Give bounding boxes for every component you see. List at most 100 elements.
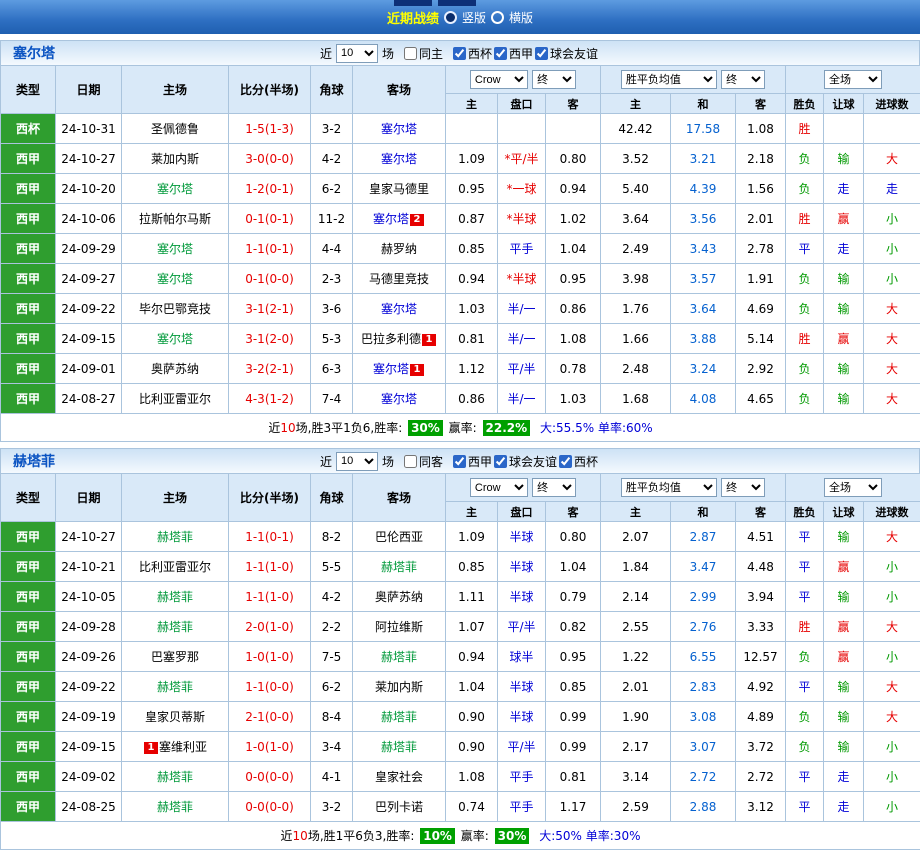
profit-rate-label: 赢率:	[449, 421, 477, 435]
league-type: 西甲	[1, 642, 56, 672]
away-team[interactable]: 赫塔菲	[381, 560, 417, 574]
match-date: 24-09-01	[56, 354, 122, 384]
away-team[interactable]: 塞尔塔	[373, 362, 409, 376]
away-team[interactable]: 塞尔塔	[381, 302, 417, 316]
checkbox-input[interactable]	[535, 47, 548, 60]
away-team[interactable]: 皇家马德里	[369, 182, 429, 196]
odds-source-select[interactable]: Crow	[470, 478, 528, 497]
away-team[interactable]: 赫塔菲	[381, 650, 417, 664]
odds-source-select[interactable]: Crow	[470, 70, 528, 89]
vertical-layout-radio[interactable]	[444, 11, 457, 24]
away-team[interactable]: 塞尔塔	[381, 122, 417, 136]
avg-draw: 17.58	[671, 114, 736, 144]
fulltime-select[interactable]: 全场	[824, 70, 882, 89]
match-row: 西甲24-10-27莱加内斯3-0(0-0)4-2塞尔塔1.09*平/半0.80…	[1, 144, 920, 174]
filter-check-西甲[interactable]: 西甲	[453, 453, 492, 470]
avg-source-select[interactable]: 胜平负均值	[621, 70, 717, 89]
goals-outcome: 走	[864, 174, 920, 204]
avg-win: 2.17	[601, 732, 671, 762]
odds-final-select[interactable]: 终	[532, 478, 576, 497]
horizontal-layout-radio[interactable]	[491, 11, 504, 24]
home-team[interactable]: 塞尔塔	[157, 182, 193, 196]
checkbox-input[interactable]	[494, 47, 507, 60]
away-team[interactable]: 奥萨苏纳	[375, 590, 423, 604]
home-team[interactable]: 赫塔菲	[157, 590, 193, 604]
checkbox-input[interactable]	[494, 455, 507, 468]
odds-final-select[interactable]: 终	[532, 70, 576, 89]
avg-source-select[interactable]: 胜平负均值	[621, 478, 717, 497]
odds-home: 0.90	[446, 732, 498, 762]
goals-outcome: 大	[864, 144, 920, 174]
home-team[interactable]: 赫塔菲	[157, 770, 193, 784]
away-team[interactable]: 巴拉多利德	[361, 332, 421, 346]
avg-final-select[interactable]: 终	[721, 70, 765, 89]
col-handicap-result: 让球	[824, 94, 864, 114]
team-name-heading[interactable]: 塞尔塔	[13, 43, 55, 63]
home-team[interactable]: 赫塔菲	[157, 530, 193, 544]
league-type: 西甲	[1, 174, 56, 204]
away-team[interactable]: 赫塔菲	[381, 710, 417, 724]
home-team[interactable]: 赫塔菲	[157, 680, 193, 694]
home-team[interactable]: 拉斯帕尔马斯	[139, 212, 211, 226]
avg-draw: 3.08	[671, 702, 736, 732]
checkbox-input[interactable]	[453, 47, 466, 60]
handicap-outcome: 走	[824, 234, 864, 264]
away-team[interactable]: 塞尔塔	[381, 392, 417, 406]
home-team[interactable]: 奥萨苏纳	[151, 362, 199, 376]
avg-lose: 4.65	[736, 384, 786, 414]
home-team[interactable]: 皇家贝蒂斯	[145, 710, 205, 724]
filter-check-西杯[interactable]: 西杯	[559, 453, 598, 470]
checkbox-input[interactable]	[404, 47, 417, 60]
away-team[interactable]: 莱加内斯	[375, 680, 423, 694]
home-team[interactable]: 塞尔塔	[157, 272, 193, 286]
filter-check-西甲[interactable]: 西甲	[494, 45, 533, 62]
odds-home: 1.11	[446, 582, 498, 612]
home-team[interactable]: 塞尔塔	[157, 242, 193, 256]
topbar: 近期战绩 竖版 横版	[0, 0, 920, 34]
home-team[interactable]: 巴塞罗那	[151, 650, 199, 664]
away-team[interactable]: 皇家社会	[375, 770, 423, 784]
goals-outcome	[864, 114, 920, 144]
away-team[interactable]: 赫塔菲	[381, 740, 417, 754]
match-score: 1-5(1-3)	[229, 114, 311, 144]
away-team[interactable]: 马德里竞技	[369, 272, 429, 286]
result-outcome: 平	[786, 552, 824, 582]
home-team[interactable]: 赫塔菲	[157, 620, 193, 634]
checkbox-input[interactable]	[453, 455, 466, 468]
filter-check-同主[interactable]: 同主	[404, 45, 443, 62]
corner-count: 7-5	[311, 642, 353, 672]
away-team[interactable]: 赫罗纳	[381, 242, 417, 256]
home-team[interactable]: 赫塔菲	[157, 800, 193, 814]
home-team[interactable]: 比利亚雷亚尔	[139, 560, 211, 574]
filter-check-球会友谊[interactable]: 球会友谊	[535, 45, 598, 62]
home-team[interactable]: 圣佩德鲁	[151, 122, 199, 136]
home-team[interactable]: 比利亚雷亚尔	[139, 392, 211, 406]
avg-win: 2.48	[601, 354, 671, 384]
filter-check-同客[interactable]: 同客	[404, 453, 443, 470]
home-team[interactable]: 莱加内斯	[151, 152, 199, 166]
avg-final-select[interactable]: 终	[721, 478, 765, 497]
games-count-select[interactable]: 10	[336, 44, 378, 63]
away-team[interactable]: 塞尔塔	[381, 152, 417, 166]
home-team[interactable]: 塞尔塔	[157, 332, 193, 346]
games-count-select[interactable]: 10	[336, 452, 378, 471]
checkbox-input[interactable]	[404, 455, 417, 468]
home-team[interactable]: 塞维利亚	[159, 740, 207, 754]
horizontal-layout-label[interactable]: 横版	[509, 9, 533, 26]
match-row: 西甲24-09-01奥萨苏纳3-2(2-1)6-3塞尔塔11.12平/半0.78…	[1, 354, 920, 384]
away-team[interactable]: 巴伦西亚	[375, 530, 423, 544]
away-team[interactable]: 巴列卡诺	[375, 800, 423, 814]
fulltime-select[interactable]: 全场	[824, 478, 882, 497]
goals-outcome: 小	[864, 762, 920, 792]
away-team[interactable]: 塞尔塔	[373, 212, 409, 226]
filter-check-西杯[interactable]: 西杯	[453, 45, 492, 62]
home-team[interactable]: 毕尔巴鄂竞技	[139, 302, 211, 316]
checkbox-input[interactable]	[559, 455, 572, 468]
team-name-heading[interactable]: 赫塔菲	[13, 451, 55, 471]
handicap-line: 半球	[498, 702, 546, 732]
away-team[interactable]: 阿拉维斯	[375, 620, 423, 634]
vertical-layout-label[interactable]: 竖版	[462, 9, 486, 26]
filter-check-球会友谊[interactable]: 球会友谊	[494, 453, 557, 470]
avg-win: 3.98	[601, 264, 671, 294]
corner-count: 3-2	[311, 792, 353, 822]
